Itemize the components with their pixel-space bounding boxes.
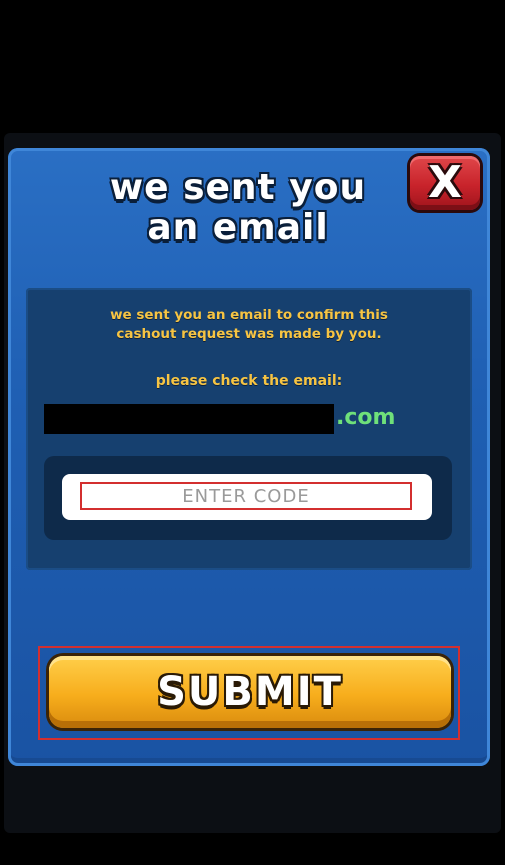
message-line-2: cashout request was made by you. <box>116 326 382 342</box>
submit-highlight-box: SUBMIT <box>38 646 460 740</box>
email-domain: .com <box>336 405 396 430</box>
code-input-well <box>44 456 452 540</box>
code-input-frame <box>62 474 432 520</box>
email-redaction-bar <box>44 404 334 434</box>
submit-label: SUBMIT <box>157 669 343 715</box>
code-input[interactable] <box>80 482 412 510</box>
dialog-title-line-2: an email <box>147 207 329 248</box>
message-line-1: we sent you an email to confirm this <box>110 307 388 323</box>
info-panel: we sent you an email to confirm this cas… <box>26 288 472 570</box>
submit-button[interactable]: SUBMIT <box>49 656 451 728</box>
game-screen: we sent you an email X we sent you an em… <box>0 0 505 865</box>
email-address: .com <box>44 404 464 436</box>
email-confirmation-dialog: we sent you an email X we sent you an em… <box>8 148 490 766</box>
close-icon: X <box>428 157 462 208</box>
check-email-label: please check the email: <box>155 373 343 389</box>
dialog-title-line-1: we sent you <box>109 167 367 208</box>
dialog-title: we sent you an email <box>68 168 408 248</box>
confirmation-message: we sent you an email to confirm this cas… <box>36 306 462 344</box>
close-button[interactable]: X <box>410 156 480 210</box>
